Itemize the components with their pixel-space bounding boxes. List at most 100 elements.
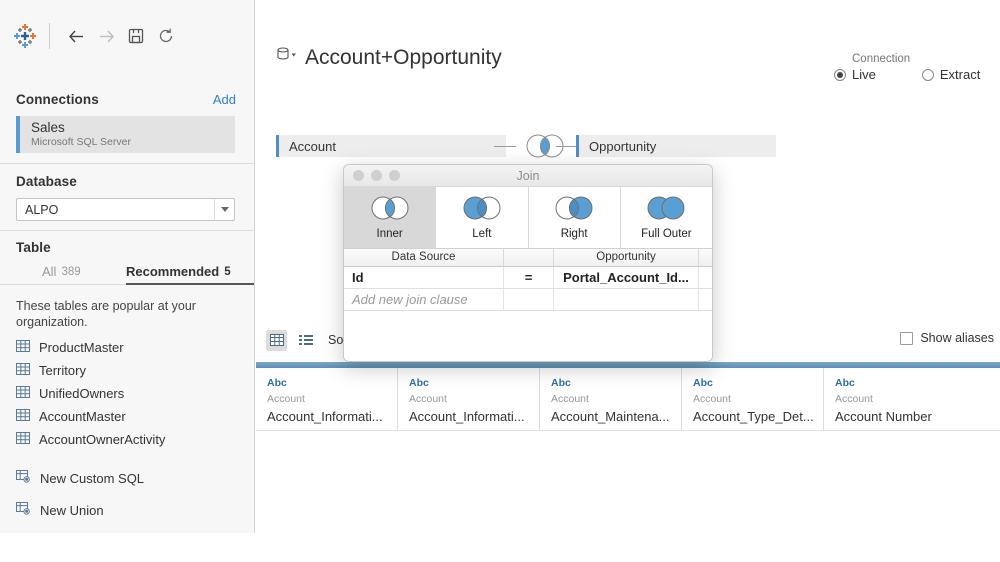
custom-sql-icon: [16, 470, 31, 488]
grid-column[interactable]: Abc Account Account_Type_Det...: [682, 368, 824, 430]
sidebar: Connections Add Sales Microsoft SQL Serv…: [0, 0, 255, 533]
grid-column[interactable]: Abc Account Account Number: [824, 368, 966, 430]
column-table: Account: [409, 392, 539, 407]
add-clause-right[interactable]: [554, 289, 699, 310]
tableau-datasource-page: Connections Add Sales Microsoft SQL Serv…: [0, 0, 1000, 562]
clause-operator[interactable]: =: [504, 267, 554, 288]
table-heading: Table: [16, 240, 51, 255]
table-icon: [16, 408, 30, 426]
tab-all-label: All: [42, 264, 56, 279]
join-clause-header: Data Source Opportunity: [344, 249, 712, 267]
datasource-header: Account+Opportunity: [275, 45, 502, 70]
table-item-label: ProductMaster: [39, 340, 124, 355]
join-type-inner[interactable]: Inner: [344, 187, 436, 248]
column-field: Account_Informati...: [409, 408, 539, 425]
show-aliases-checkbox[interactable]: Show aliases: [900, 331, 994, 345]
inner-join-venn-icon[interactable]: [514, 133, 576, 164]
radio-live[interactable]: [834, 69, 846, 81]
clause-left-field[interactable]: Id: [344, 267, 504, 288]
canvas-table-label: Account: [279, 139, 336, 154]
column-field: Account_Informati...: [267, 408, 397, 425]
database-value: ALPO: [17, 203, 214, 217]
new-custom-sql-item[interactable]: New Custom SQL: [16, 462, 248, 495]
add-join-clause-row[interactable]: Add new join clause: [344, 289, 712, 311]
back-arrow-icon[interactable]: [61, 22, 91, 50]
join-type-label: Left: [472, 228, 491, 240]
radio-extract[interactable]: [922, 69, 934, 81]
recommended-hint: These tables are popular at your organiz…: [16, 298, 231, 330]
canvas-table-label: Opportunity: [579, 139, 656, 154]
table-tabs: All 389 Recommended 5: [0, 258, 255, 285]
add-clause-operator[interactable]: [504, 289, 554, 310]
tableau-logo-icon[interactable]: [10, 21, 40, 51]
add-clause-spacer: [699, 289, 712, 310]
grid-view-icon[interactable]: [266, 330, 287, 351]
tab-recommended-count: 5: [224, 266, 230, 278]
sidebar-divider-1: [0, 163, 255, 164]
table-item-label: AccountMaster: [39, 409, 126, 424]
table-icon: [16, 362, 30, 380]
grid-column[interactable]: Abc Account Account_Maintena...: [540, 368, 682, 430]
clause-right-field[interactable]: Portal_Account_Id...: [554, 267, 699, 288]
column-table: Account: [551, 392, 681, 407]
tab-all-tables[interactable]: All 389: [42, 258, 81, 285]
chevron-down-icon[interactable]: [214, 199, 234, 220]
add-clause-placeholder[interactable]: Add new join clause: [344, 289, 504, 310]
join-header-left: Data Source: [344, 249, 504, 266]
database-select[interactable]: ALPO: [16, 198, 235, 221]
checkbox-box[interactable]: [900, 332, 913, 345]
join-connector-left: [494, 146, 516, 147]
join-type-full-outer[interactable]: Full Outer: [621, 187, 712, 248]
canvas-table-account[interactable]: Account: [276, 135, 506, 157]
refresh-icon[interactable]: [151, 22, 181, 50]
join-clause-row[interactable]: Id = Portal_Account_Id...: [344, 267, 712, 289]
table-item-accountowneractivity[interactable]: AccountOwnerActivity: [16, 428, 248, 451]
grid-columns: Abc Account Account_Informati... Abc Acc…: [256, 368, 1000, 430]
forward-arrow-icon[interactable]: [91, 22, 121, 50]
table-icon: [16, 431, 30, 449]
tab-recommended-tables[interactable]: Recommended 5: [126, 258, 231, 285]
table-item-unifiedowners[interactable]: UnifiedOwners: [16, 382, 248, 405]
grid-baseline: [256, 430, 1000, 431]
show-aliases-label: Show aliases: [920, 331, 994, 345]
join-connector-right: [556, 146, 578, 147]
dialog-titlebar: Join: [344, 165, 712, 187]
list-view-icon[interactable]: [295, 330, 316, 351]
new-union-label: New Union: [40, 503, 104, 518]
right-join-venn-icon: [546, 195, 602, 226]
canvas-table-opportunity[interactable]: Opportunity: [576, 135, 776, 157]
column-field: Account Number: [835, 408, 966, 425]
table-item-productmaster[interactable]: ProductMaster: [16, 336, 248, 359]
column-field: Account_Type_Det...: [693, 408, 823, 425]
connections-heading: Connections: [16, 92, 99, 107]
table-item-label: AccountOwnerActivity: [39, 432, 165, 447]
column-table: Account: [835, 392, 966, 407]
new-union-item[interactable]: New Union: [16, 495, 248, 526]
page-title: Account+Opportunity: [305, 46, 502, 70]
join-clause-table: Data Source Opportunity Id = Portal_Acco…: [344, 249, 712, 362]
join-type-selector: Inner Left: [344, 187, 712, 249]
table-item-label: Territory: [39, 363, 86, 378]
table-item-territory[interactable]: Territory: [16, 359, 248, 382]
inner-join-venn-icon: [362, 195, 418, 226]
table-item-accountmaster[interactable]: AccountMaster: [16, 405, 248, 428]
toolbar-divider: [49, 23, 50, 49]
sidebar-toolbar: [0, 0, 255, 72]
column-table: Account: [267, 392, 397, 407]
connection-item-sales[interactable]: Sales Microsoft SQL Server: [16, 116, 235, 153]
tab-all-count: 389: [61, 266, 80, 278]
save-icon[interactable]: [121, 22, 151, 50]
list-spacer: [16, 451, 248, 462]
left-join-venn-icon: [454, 195, 510, 226]
add-connection-link[interactable]: Add: [213, 92, 236, 107]
grid-column[interactable]: Abc Account Account_Informati...: [398, 368, 540, 430]
database-cylinder-icon[interactable]: [275, 45, 297, 70]
join-type-left[interactable]: Left: [436, 187, 528, 248]
tab-recommended-label: Recommended: [126, 264, 219, 279]
join-type-label: Full Outer: [641, 228, 692, 240]
data-grid: Abc Account Account_Informati... Abc Acc…: [256, 362, 1000, 440]
join-type-label: Right: [561, 228, 588, 240]
radio-extract-label: Extract: [940, 67, 980, 82]
join-type-right[interactable]: Right: [529, 187, 621, 248]
grid-column[interactable]: Abc Account Account_Informati...: [256, 368, 398, 430]
